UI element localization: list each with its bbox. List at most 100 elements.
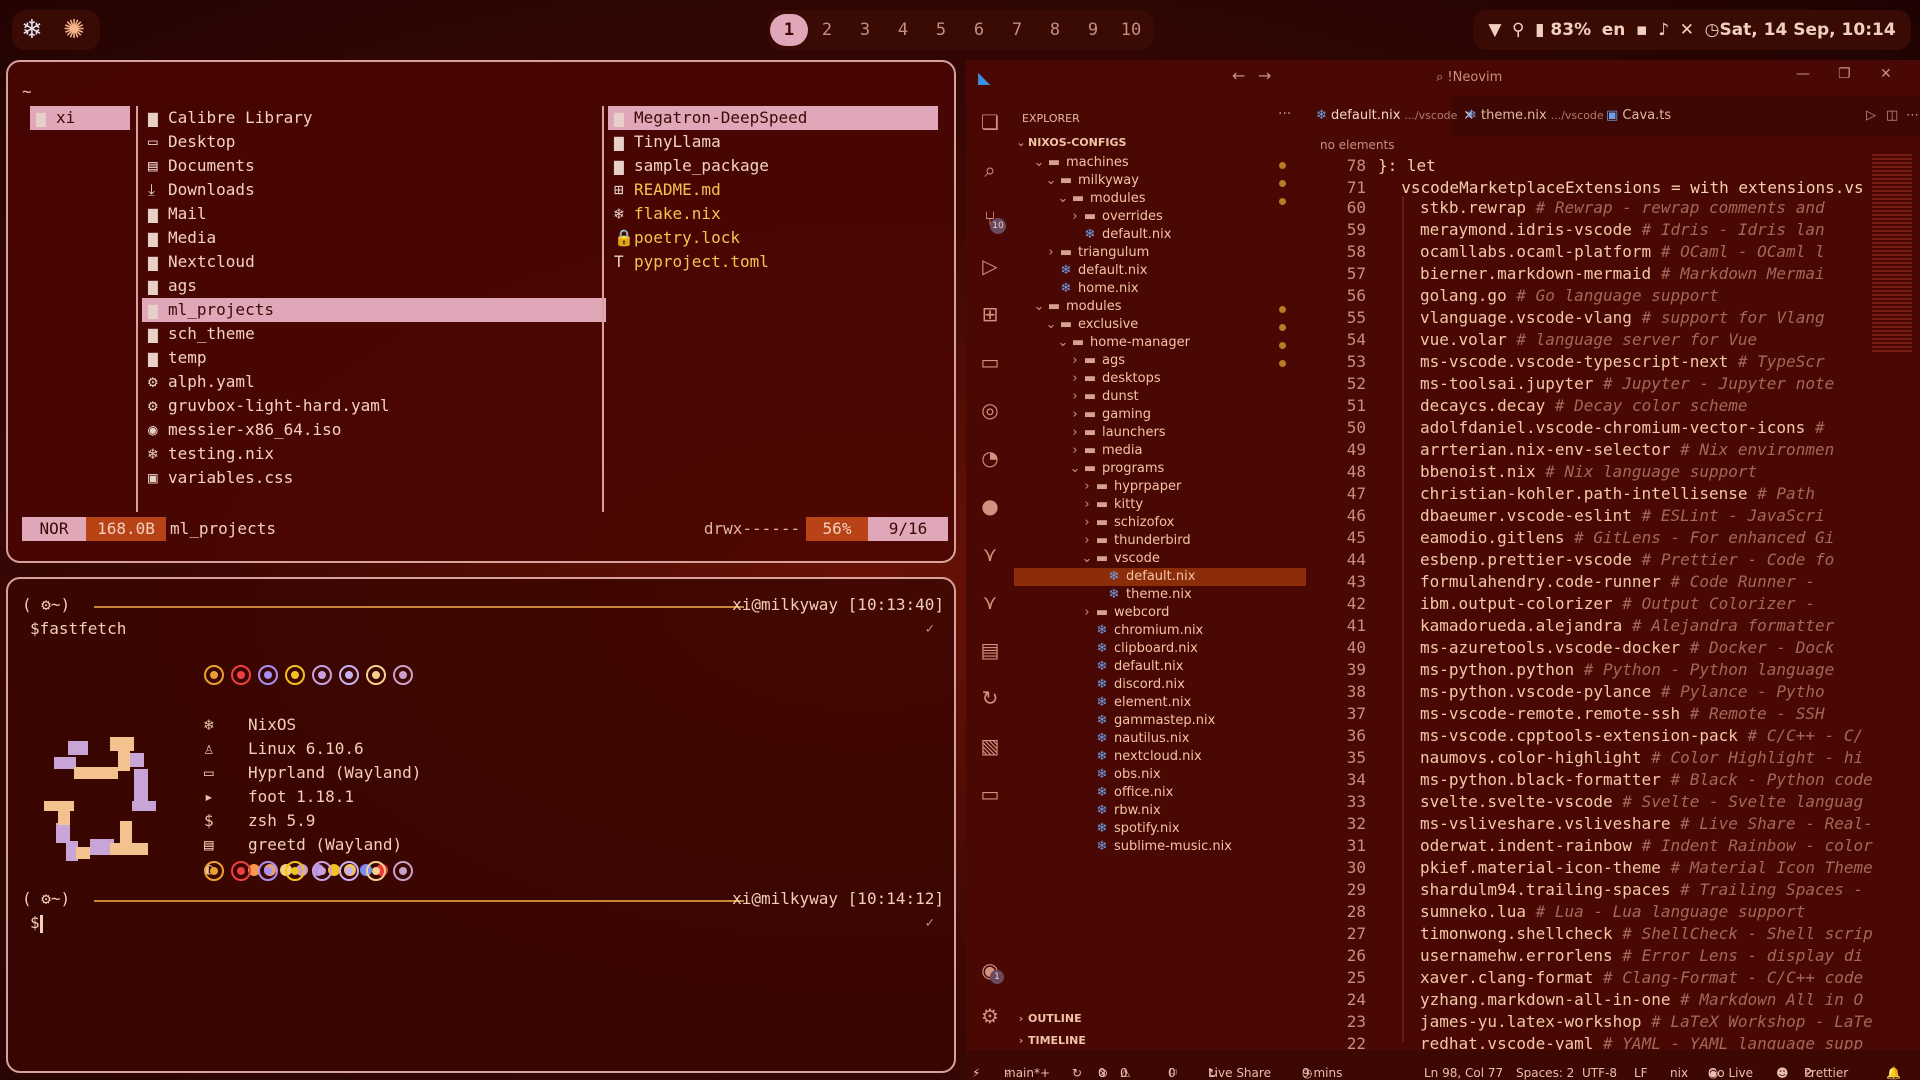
minimap[interactable] (1872, 154, 1912, 354)
tree-item[interactable]: › ▬ triangulum (1014, 244, 1306, 262)
tab-theme-nix[interactable]: ❄ theme.nix .../vscode (1456, 96, 1604, 136)
file-entry[interactable]: ⤓ Downloads (142, 178, 606, 202)
file-entry[interactable]: ▆ Media (142, 226, 606, 250)
file-entry[interactable]: ▆ xi (30, 106, 130, 130)
tab-Cava-ts[interactable]: ▣ Cava.ts (1596, 96, 1716, 136)
foot-terminal-window[interactable]: ( ⚙~) xi@milkyway [10:13:40] $fastfetch … (6, 577, 956, 1073)
tree-item[interactable]: › ▬ ags (1014, 352, 1306, 370)
tree-item[interactable]: ❄ element.nix (1014, 694, 1306, 712)
chart-icon[interactable]: ▧ (978, 734, 1002, 758)
run-debug-icon[interactable]: ▷ (978, 254, 1002, 278)
timeline-icon[interactable]: ◔ (978, 446, 1002, 470)
tree-item[interactable]: ❄ home.nix (1014, 280, 1306, 298)
tree-item[interactable]: ⌄ ▬ exclusive (1014, 316, 1306, 334)
workspace-6[interactable]: 6 (960, 14, 998, 46)
tree-item[interactable]: › ▬ gaming (1014, 406, 1306, 424)
file-entry[interactable]: ▆ Mail (142, 202, 606, 226)
docker-icon[interactable]: ▤ (978, 638, 1002, 662)
tree-item[interactable]: › ▬ hyprpaper (1014, 478, 1306, 496)
file-entry[interactable]: ▆ Megatron-DeepSpeed (608, 106, 938, 130)
gitlens-inspect-icon[interactable]: ⋎ (978, 590, 1002, 614)
tree-item[interactable]: › ▬ thunderbird (1014, 532, 1306, 550)
workspace-10[interactable]: 10 (1112, 14, 1150, 46)
tree-item[interactable]: ⌄ ▬ modules (1014, 298, 1306, 316)
usb-icon[interactable]: ⚲ (1512, 20, 1524, 40)
workspace-2[interactable]: 2 (808, 14, 846, 46)
breadcrumb[interactable]: no elements (1320, 138, 1395, 152)
tree-item[interactable]: ❄ clipboard.nix (1014, 640, 1306, 658)
file-entry[interactable]: ⊞ README.md (608, 178, 938, 202)
file-entry[interactable]: ⚙ alph.yaml (142, 370, 606, 394)
tree-item[interactable]: › ▬ webcord (1014, 604, 1306, 622)
file-entry[interactable]: Tpyproject.toml (608, 250, 938, 274)
split-editor-icon[interactable]: ◫ (1886, 108, 1898, 123)
tree-item[interactable]: › ▬ launchers (1014, 424, 1306, 442)
yazi-file-manager-window[interactable]: ~ ▆ xi ▆ Calibre Library ▭ Desktop ▤ Documents… (6, 60, 956, 563)
file-entry[interactable]: ◉ messier-x86_64.iso (142, 418, 606, 442)
mic-muted-icon[interactable]: ✕ (1680, 20, 1694, 40)
tree-item[interactable]: ❄ sublime-music.nix (1014, 838, 1306, 856)
settings-gear-icon[interactable]: ⚙ (978, 1004, 1002, 1028)
file-entry[interactable]: ▆ Calibre Library (142, 106, 606, 130)
keyboard-layout[interactable]: en (1602, 20, 1626, 40)
file-entry[interactable]: ▆ sch_theme (142, 322, 606, 346)
file-entry[interactable]: ▆ ml_projects (142, 298, 606, 322)
workspace-9[interactable]: 9 (1074, 14, 1112, 46)
command-center[interactable]: ⌕ !Neovim (1436, 70, 1502, 85)
file-entry[interactable]: 🔒poetry.lock (608, 226, 938, 250)
explorer-icon[interactable]: ❏ (978, 110, 1002, 134)
file-entry[interactable]: ▣ variables.css (142, 466, 606, 490)
back-arrow-icon[interactable]: ← (1232, 66, 1245, 85)
volume-icon[interactable]: ♪ (1658, 20, 1669, 40)
tree-item[interactable]: ❄ nextcloud.nix (1014, 748, 1306, 766)
tree-item[interactable]: ⌄ ▬ modules (1014, 190, 1306, 208)
tree-item[interactable]: ❄ rbw.nix (1014, 802, 1306, 820)
tree-item[interactable]: › ▬ schizofox (1014, 514, 1306, 532)
tree-item[interactable]: ❄ spotify.nix (1014, 820, 1306, 838)
file-entry[interactable]: ❄ testing.nix (142, 442, 606, 466)
tree-item[interactable]: › ▬ desktops (1014, 370, 1306, 388)
workspace-5[interactable]: 5 (922, 14, 960, 46)
github-icon[interactable]: ● (978, 494, 1002, 518)
tree-item[interactable]: › ▬ kitty (1014, 496, 1306, 514)
file-entry[interactable]: ▤ Documents (142, 154, 606, 178)
clock[interactable]: ◷Sat, 14 Sep, 10:14 (1705, 20, 1896, 40)
remote-explorer-icon[interactable]: ▭ (978, 350, 1002, 374)
live-share-icon[interactable]: ↻ (978, 686, 1002, 710)
more-actions-icon[interactable]: ··· (1278, 106, 1291, 122)
search-icon[interactable]: ⌕ (978, 158, 1002, 182)
file-entry[interactable]: ⚙ gruvbox-light-hard.yaml (142, 394, 606, 418)
file-entry[interactable]: ❄ flake.nix (608, 202, 938, 226)
tree-item[interactable]: ⌄ ▬ home-manager (1014, 334, 1306, 352)
tab-default-nix[interactable]: ❄ default.nix .../vscode × (1306, 96, 1474, 136)
comments-icon[interactable]: ▭ (978, 782, 1002, 806)
tree-item[interactable]: ❄ default.nix (1014, 658, 1306, 676)
tree-item[interactable]: ⌄ ▬ milkyway (1014, 172, 1306, 190)
workspace-1[interactable]: 1 (770, 14, 808, 46)
command-input[interactable]: $ (30, 913, 43, 933)
tree-item[interactable]: ⌄ ▬ machines (1014, 154, 1306, 172)
git-graph-icon[interactable]: ◎ (978, 398, 1002, 422)
workspace-4[interactable]: 4 (884, 14, 922, 46)
editor-more-icon[interactable]: ⋯ (1906, 108, 1919, 123)
openai-icon[interactable]: ✺ (58, 14, 90, 46)
tree-item[interactable]: ❄ default.nix (1014, 226, 1306, 244)
file-entry[interactable]: ▆ ags (142, 274, 606, 298)
minimize-button[interactable]: — (1796, 66, 1810, 82)
workspace-7[interactable]: 7 (998, 14, 1036, 46)
tree-item[interactable]: ❄ default.nix (1014, 568, 1306, 586)
wifi-icon[interactable]: ▼ (1488, 20, 1501, 40)
run-icon[interactable]: ▷ (1866, 108, 1876, 123)
notification-icon[interactable]: ▪ (1636, 20, 1648, 40)
tree-item[interactable]: ❄ obs.nix (1014, 766, 1306, 784)
file-entry[interactable]: ▆ sample_package (608, 154, 938, 178)
nixos-snowflake-icon[interactable]: ❄ (16, 14, 48, 46)
tree-item[interactable]: ❄ theme.nix (1014, 586, 1306, 604)
workspace-section[interactable]: ⌄ NIXOS-CONFIGS (1014, 132, 1306, 154)
tree-item[interactable]: ❄ nautilus.nix (1014, 730, 1306, 748)
file-entry[interactable]: ▆ Nextcloud (142, 250, 606, 274)
timeline-section[interactable]: › TIMELINE (1014, 1030, 1306, 1052)
tree-item[interactable]: ❄ office.nix (1014, 784, 1306, 802)
tree-item[interactable]: › ▬ overrides (1014, 208, 1306, 226)
outline-section[interactable]: › OUTLINE (1014, 1008, 1306, 1030)
